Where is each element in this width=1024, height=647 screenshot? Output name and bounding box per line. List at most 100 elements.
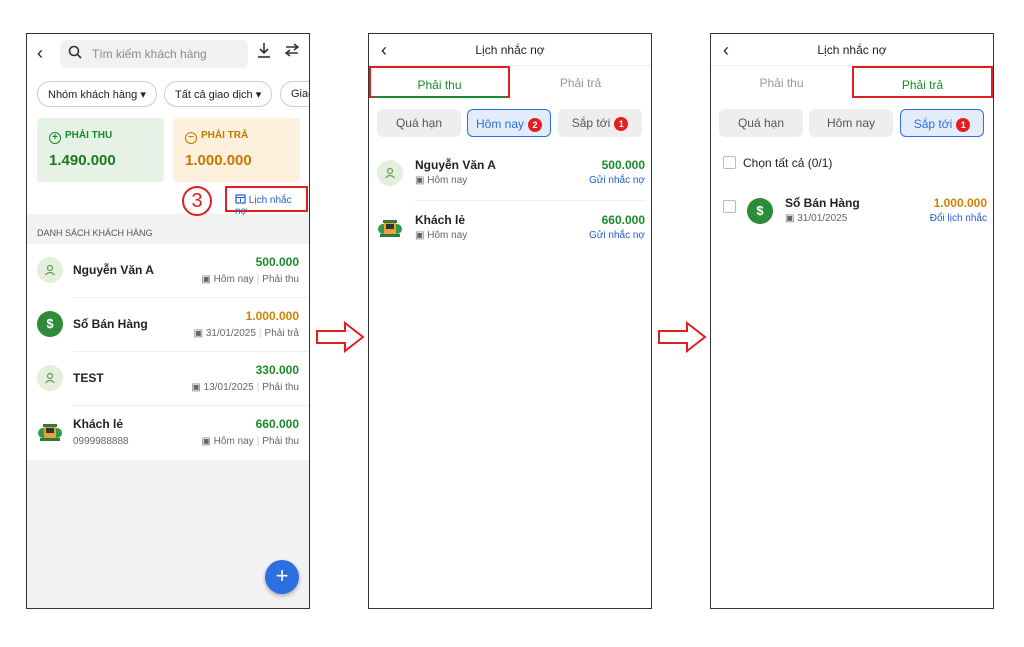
- customer-date: 13/01/2025: [203, 382, 254, 393]
- reminder-name: Nguyễn Văn A: [415, 158, 496, 172]
- calendar-icon: ▣: [201, 436, 214, 447]
- segment-upcoming-label: Sắp tới: [913, 117, 953, 131]
- reminder-date: ▣ Hôm nay: [415, 175, 467, 186]
- minus-circle-icon: −: [185, 132, 197, 144]
- segment-today[interactable]: Hôm nay: [809, 109, 893, 137]
- chip-customer-group[interactable]: Nhóm khách hàng ▾: [37, 81, 157, 107]
- calendar-icon: ▣: [201, 274, 214, 285]
- tab-payable[interactable]: Phải trả: [510, 66, 651, 98]
- calendar-icon: ▣: [191, 382, 204, 393]
- search-icon: [68, 45, 82, 62]
- segment-upcoming[interactable]: Sắp tới 1: [900, 109, 984, 137]
- reminder-date: ▣ 31/01/2025: [785, 213, 847, 224]
- customer-meta: ▣ Hôm nay | Phải thu: [201, 436, 299, 447]
- change-reminder-link[interactable]: Đổi lịch nhắc: [930, 213, 987, 224]
- reminder-item[interactable]: Nguyễn Văn A ▣ Hôm nay 500.000 Gửi nhắc …: [377, 148, 645, 200]
- reminder-item[interactable]: $ Sổ Bán Hàng ▣ 31/01/2025 1.000.000 Đổi…: [747, 186, 987, 238]
- person-avatar-icon: [37, 257, 63, 283]
- customer-date: 31/01/2025: [205, 328, 256, 339]
- segment-overdue[interactable]: Quá hạn: [719, 109, 803, 137]
- download-icon[interactable]: [257, 42, 271, 63]
- payable-value: 1.000.000: [185, 152, 252, 169]
- customer-date: Hôm nay: [213, 436, 254, 447]
- customer-row[interactable]: Khách lẻ 0999988888 660.000 ▣ Hôm nay | Ph…: [38, 406, 309, 460]
- receivable-value: 1.490.000: [49, 152, 116, 169]
- segment-upcoming-label: Sắp tới: [571, 116, 611, 130]
- divider: [415, 200, 645, 201]
- customer-amount: 500.000: [255, 255, 299, 269]
- flow-arrow-icon: [316, 321, 365, 353]
- segment-upcoming[interactable]: Sắp tới 1: [558, 109, 642, 137]
- sales-book-icon: $: [37, 311, 63, 337]
- tab-receivable[interactable]: Phải thu: [369, 66, 510, 98]
- customer-row[interactable]: TEST 330.000 ▣ 13/01/2025 | Phải thu: [37, 352, 309, 406]
- store-avatar-icon: [377, 215, 403, 241]
- count-badge: 1: [956, 118, 971, 132]
- calendar-icon: ▣: [193, 328, 206, 339]
- item-checkbox[interactable]: [723, 200, 736, 213]
- send-reminder-link[interactable]: Gửi nhắc nợ: [589, 175, 645, 186]
- customer-kind: Phải thu: [262, 436, 299, 447]
- count-badge: 2: [528, 118, 543, 132]
- customer-amount: 660.000: [255, 417, 299, 431]
- search-placeholder: Tìm kiếm khách hàng: [92, 47, 207, 61]
- chip-transaction-type[interactable]: Giao: [280, 81, 309, 107]
- search-input[interactable]: Tìm kiếm khách hàng: [60, 40, 248, 68]
- receivable-card[interactable]: + PHẢI THU 1.490.000: [37, 118, 164, 182]
- debt-reminder-button[interactable]: Lịch nhắc nợ: [225, 186, 308, 217]
- calendar-icon: ▣: [415, 175, 428, 186]
- select-all-checkbox[interactable]: [723, 156, 736, 169]
- payable-label: PHẢI TRẢ: [201, 130, 249, 141]
- store-avatar-icon: [37, 419, 63, 445]
- select-all-label: Chọn tất cả (0/1): [743, 156, 833, 170]
- customer-meta: ▣ 31/01/2025 | Phải trả: [193, 328, 299, 339]
- reminder-date-text: Hôm nay: [427, 175, 468, 186]
- person-avatar-icon: [377, 160, 403, 186]
- reminder-name: Khách lẻ: [415, 213, 466, 227]
- swap-icon[interactable]: [284, 42, 300, 63]
- customer-name: Sổ Bán Hàng: [73, 317, 148, 331]
- tab-payable[interactable]: Phải trả: [852, 66, 993, 98]
- customer-row[interactable]: $ Sổ Bán Hàng 1.000.000 ▣ 31/01/2025 | Phả…: [37, 298, 309, 352]
- reminder-item[interactable]: Khách lẻ ▣ Hôm nay 660.000 Gửi nhắc nợ: [377, 203, 645, 255]
- payable-card[interactable]: − PHẢI TRẢ 1.000.000: [173, 118, 300, 182]
- calendar-icon: [235, 194, 249, 206]
- header: ‹ Lịch nhắc nợ: [369, 34, 651, 66]
- reminder-amount: 500.000: [601, 158, 645, 172]
- customer-kind: Phải thu: [262, 274, 299, 285]
- add-button[interactable]: +: [265, 560, 299, 594]
- filter-chips: Nhóm khách hàng ▾ Tất cả giao dịch ▾ Gia…: [27, 74, 309, 114]
- customer-name: TEST: [73, 371, 104, 385]
- sales-book-icon: $: [747, 198, 773, 224]
- customer-name: Khách lẻ: [73, 417, 124, 431]
- person-avatar-icon: [37, 365, 63, 391]
- tab-receivable[interactable]: Phải thu: [711, 66, 852, 98]
- header: ‹ Lịch nhắc nợ: [711, 34, 993, 66]
- top-bar: ‹ Tìm kiếm khách hàng: [27, 34, 309, 74]
- customer-amount: 1.000.000: [245, 309, 299, 323]
- reminder-date: ▣ Hôm nay: [415, 230, 467, 241]
- send-reminder-link[interactable]: Gửi nhắc nợ: [589, 230, 645, 241]
- section-title: DANH SÁCH KHÁCH HÀNG: [37, 228, 153, 238]
- reminder-name: Sổ Bán Hàng: [785, 196, 860, 210]
- segment-today[interactable]: Hôm nay 2: [467, 109, 551, 137]
- customer-list-screen: ‹ Tìm kiếm khách hàng Nhóm khách hàng ▾ …: [26, 33, 310, 609]
- reminder-receivable-screen: ‹ Lịch nhắc nợ Phải thu Phải trả Quá hạn…: [368, 33, 652, 609]
- chip-all-transactions[interactable]: Tất cả giao dịch ▾: [164, 81, 273, 107]
- customer-meta: ▣ Hôm nay | Phải thu: [201, 274, 299, 285]
- reminder-date-text: Hôm nay: [427, 230, 468, 241]
- count-badge: 1: [614, 117, 629, 131]
- calendar-icon: ▣: [415, 230, 428, 241]
- reminder-payable-screen: ‹ Lịch nhắc nợ Phải thu Phải trả Quá hạn…: [710, 33, 994, 609]
- customer-date: Hôm nay: [213, 274, 254, 285]
- back-icon[interactable]: ‹: [37, 43, 43, 64]
- customer-name: Nguyễn Văn A: [73, 263, 154, 277]
- customer-meta: ▣ 13/01/2025 | Phải thu: [191, 382, 299, 393]
- customer-phone: 0999988888: [73, 436, 129, 447]
- customer-kind: Phải trả: [264, 328, 299, 339]
- step-number-badge: 3: [182, 186, 212, 216]
- customer-row[interactable]: Nguyễn Văn A 500.000 ▣ Hôm nay | Phải thu: [37, 244, 309, 298]
- reminder-amount: 1.000.000: [933, 196, 987, 210]
- receivable-label: PHẢI THU: [65, 130, 113, 141]
- segment-overdue[interactable]: Quá hạn: [377, 109, 461, 137]
